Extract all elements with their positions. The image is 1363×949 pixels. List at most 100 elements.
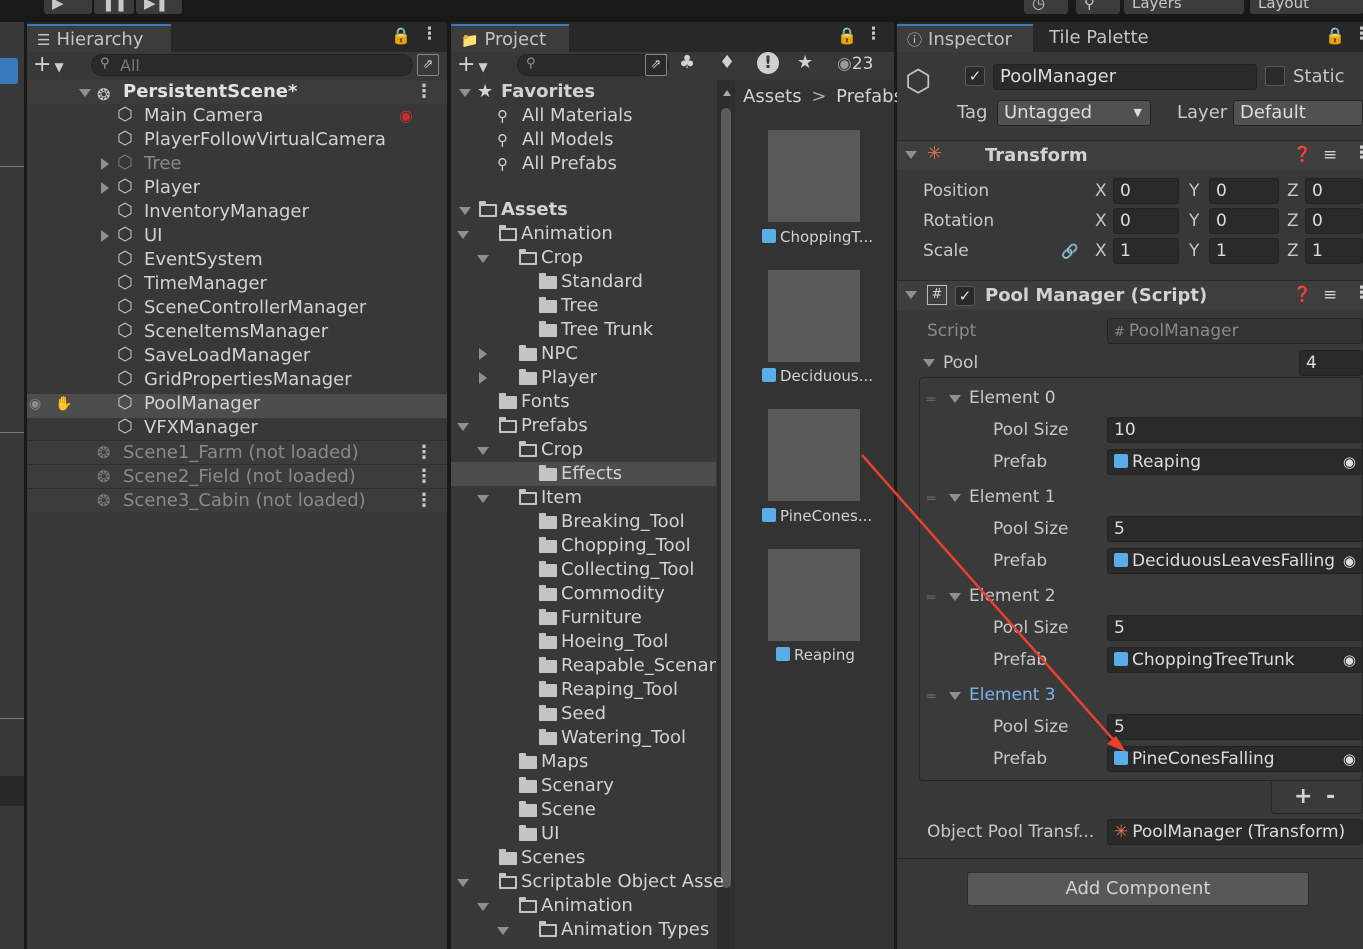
drag-handle-icon[interactable]: ═ (927, 590, 935, 606)
transform-header[interactable]: ✳ Transform ❓ ≡ ⋮ (897, 140, 1363, 170)
transform-x-field[interactable]: 0 (1113, 178, 1179, 204)
link-scale-icon[interactable]: 🔗 (1061, 244, 1078, 260)
project-folder[interactable]: Breaking_Tool (451, 510, 716, 534)
transform-y-field[interactable]: 0 (1209, 208, 1279, 234)
hierarchy-item[interactable]: ⬡ SceneItemsManager (27, 320, 447, 344)
warning-icon[interactable]: ! (757, 52, 779, 74)
project-folder[interactable]: Scene (451, 798, 716, 822)
element-label[interactable]: Element 1 (969, 484, 1056, 510)
script-enabled-checkbox[interactable]: ✓ (955, 286, 975, 306)
expand-arrow[interactable] (479, 348, 487, 360)
layout-dropdown[interactable]: Layout (1250, 0, 1363, 14)
lock-icon[interactable]: 🔒 (1325, 26, 1345, 45)
scene-menu-icon[interactable]: ⋮ (415, 465, 433, 489)
help-icon[interactable]: ❓ (1293, 145, 1312, 163)
preset-icon[interactable]: ≡ (1323, 285, 1337, 305)
expand-arrow[interactable] (457, 231, 469, 239)
project-folder[interactable]: Tree (451, 294, 716, 318)
hierarchy-item[interactable]: ⬡ PoolManager ◉ ✋ (27, 392, 447, 416)
lock-icon[interactable]: 🔒 (837, 26, 857, 45)
play-button[interactable]: ▶ (44, 0, 92, 14)
hierarchy-item[interactable]: ⬡ Main Camera ◉ (27, 104, 447, 128)
poolmanager-header[interactable]: # ✓ Pool Manager (Script) ❓ ≡ ⋮ (897, 280, 1363, 310)
project-folder[interactable]: Reapable_Scenar (451, 654, 716, 678)
project-folder[interactable]: Furniture (451, 606, 716, 630)
object-pool-transform-field[interactable]: ✳ PoolManager (Transform) (1107, 819, 1363, 845)
unloaded-scene-row[interactable]: ❂ Scene2_Field (not loaded) ⋮ (27, 464, 447, 488)
help-icon[interactable]: ❓ (1293, 285, 1312, 303)
object-picker-icon[interactable]: ◉ (1343, 450, 1356, 474)
hierarchy-item[interactable]: ⬡ GridPropertiesManager (27, 368, 447, 392)
project-folder[interactable]: Reaping_Tool (451, 678, 716, 702)
transform-z-field[interactable]: 1 (1305, 238, 1363, 264)
transform-z-field[interactable]: 0 (1305, 178, 1363, 204)
expand-arrow[interactable] (459, 207, 471, 215)
layers-dropdown[interactable]: Layers (1124, 0, 1244, 14)
drag-handle-icon[interactable]: ═ (927, 491, 935, 507)
panel-menu-icon[interactable]: ⋮ (421, 24, 438, 44)
project-folder[interactable]: Fonts (451, 390, 716, 414)
project-folder[interactable]: Crop (451, 438, 716, 462)
sliver-dropdown[interactable] (0, 58, 18, 84)
project-folder[interactable]: Animation (451, 894, 716, 918)
expand-arrow[interactable] (101, 230, 109, 242)
prefab-field[interactable]: Reaping ◉ (1107, 449, 1363, 475)
filter-label-icon[interactable]: ♦ (719, 52, 735, 73)
expand-arrow[interactable] (101, 158, 109, 170)
project-folder[interactable]: UI (451, 822, 716, 846)
component-menu-icon[interactable]: ⋮ (1353, 143, 1363, 163)
project-folder[interactable]: Standard (451, 270, 716, 294)
hierarchy-item[interactable]: ⬡ Player (27, 176, 447, 200)
panel-menu-icon[interactable]: ⋮ (1353, 24, 1363, 44)
project-folder[interactable]: Hoeing_Tool (451, 630, 716, 654)
expand-arrow[interactable] (477, 447, 489, 455)
pause-button[interactable]: ❚❚ (94, 0, 134, 14)
axis-y-label[interactable]: Y (1189, 178, 1199, 204)
expand-arrow[interactable] (457, 879, 469, 887)
expand-arrow[interactable] (477, 903, 489, 911)
element-label[interactable]: Element 2 (969, 583, 1056, 609)
breadcrumb-prefabs[interactable]: Prefabs (836, 86, 903, 107)
panel-menu-icon[interactable]: ⋮ (865, 24, 882, 44)
hierarchy-item[interactable]: ⬡ PlayerFollowVirtualCamera (27, 128, 447, 152)
hierarchy-item[interactable]: ⬡ InventoryManager (27, 200, 447, 224)
preset-icon[interactable]: ≡ (1323, 145, 1337, 165)
asset-label-deciduous[interactable]: Deciduous... (762, 367, 873, 385)
scene-menu-icon[interactable]: ⋮ (415, 80, 433, 104)
gameobject-icon[interactable]: ⬡ (905, 64, 941, 104)
expand-arrow[interactable] (477, 255, 489, 263)
hierarchy-item[interactable]: ⬡ Tree (27, 152, 447, 176)
element-label[interactable]: Element 0 (969, 385, 1056, 411)
asset-thumbnail-deciduous[interactable] (768, 270, 860, 362)
object-picker-icon[interactable]: ◉ (1343, 747, 1356, 771)
object-name-field[interactable]: PoolManager (993, 64, 1257, 90)
project-folder[interactable]: Crop (451, 246, 716, 270)
asset-label-pinecones[interactable]: PineCones... (762, 507, 872, 525)
axis-y-label[interactable]: Y (1189, 208, 1199, 234)
pool-size-field[interactable]: 5 (1107, 714, 1363, 740)
scroll-up-icon[interactable] (723, 90, 731, 96)
expand-arrow[interactable] (459, 89, 471, 97)
hierarchy-item[interactable]: ⬡ SaveLoadManager (27, 344, 447, 368)
expand-arrow[interactable] (497, 927, 509, 935)
element-expand-arrow[interactable] (949, 395, 961, 403)
project-folder[interactable]: Player (451, 366, 716, 390)
expand-arrow[interactable] (457, 423, 469, 431)
expand-arrow[interactable] (477, 495, 489, 503)
expand-arrow[interactable] (101, 182, 109, 194)
layer-dropdown[interactable]: Default (1233, 100, 1363, 126)
pool-size-field[interactable]: 5 (1107, 516, 1363, 542)
pool-count-field[interactable]: 4 (1299, 350, 1363, 376)
component-menu-icon[interactable]: ⋮ (1353, 283, 1363, 303)
search-input[interactable]: ⚲ All (91, 54, 413, 76)
object-picker-icon[interactable]: ◉ (1343, 648, 1356, 672)
asset-thumbnail-reaping[interactable] (768, 549, 860, 641)
active-checkbox[interactable]: ✓ (965, 66, 985, 86)
collapse-arrow[interactable] (905, 291, 917, 299)
project-folder[interactable]: Tree Trunk (451, 318, 716, 342)
unloaded-scene-row[interactable]: ❂ Scene1_Farm (not loaded) ⋮ (27, 440, 447, 464)
breadcrumb-assets[interactable]: Assets (743, 86, 802, 107)
tree-scrollbar[interactable] (717, 80, 735, 949)
hidden-count-badge[interactable]: ◉23 (837, 54, 873, 74)
project-folder[interactable]: Effects (451, 462, 716, 486)
